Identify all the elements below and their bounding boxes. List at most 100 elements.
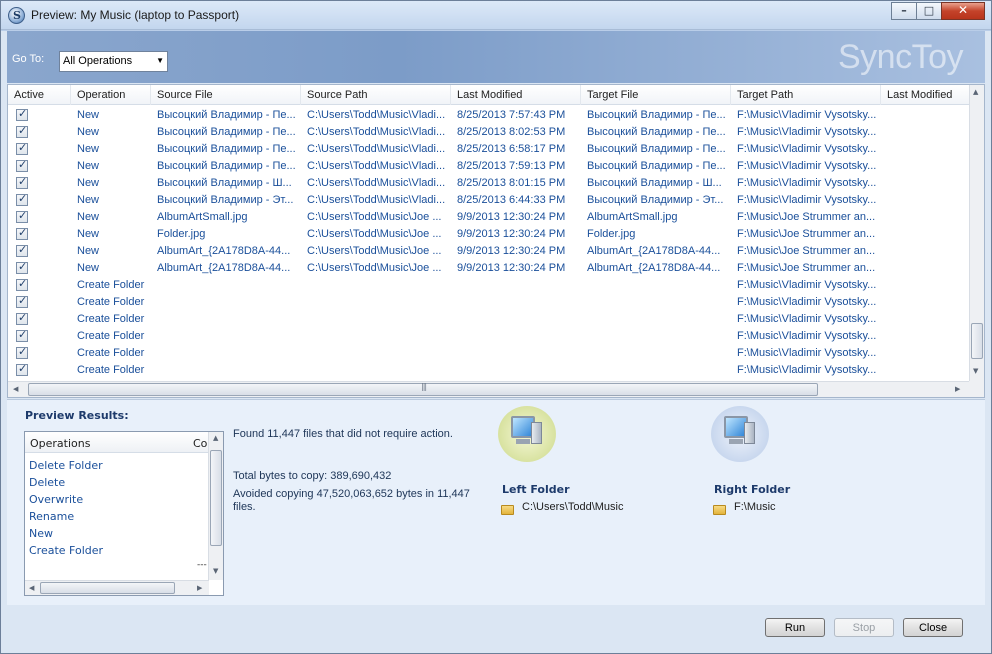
cell-last-modified: 9/9/2013 12:30:24 PM xyxy=(457,211,566,223)
table-row[interactable]: Create Folder F:\Music\Vladimir Vysotsky.… xyxy=(8,294,970,311)
operation-filter-item[interactable]: New xyxy=(29,526,103,543)
cell-operation: Create Folder xyxy=(77,330,145,342)
table-row[interactable]: Create Folder F:\Music\Vladimir Vysotsky.… xyxy=(8,311,970,328)
operation-filter-item[interactable]: Overwrite xyxy=(29,492,103,509)
table-row[interactable]: New Высоцкий Владимир - Пе... C:\Users\Tod… xyxy=(8,141,970,158)
operations-column-header[interactable]: Operations xyxy=(30,437,90,450)
maximize-button[interactable]: □ xyxy=(916,2,942,20)
cell-last-modified: 9/9/2013 12:30:24 PM xyxy=(457,262,566,274)
active-checkbox[interactable] xyxy=(16,362,28,376)
cell-source-path: C:\Users\Todd\Music\Vladi... xyxy=(307,160,446,172)
title-bar[interactable]: S Preview: My Music (laptop to Passport)… xyxy=(1,1,991,30)
table-row[interactable]: Create Folder F:\Music\Vladimir Vysotsky.… xyxy=(8,345,970,362)
grid-horizontal-scroll-thumb[interactable]: ||| xyxy=(28,382,818,396)
close-window-button[interactable]: ✕ xyxy=(941,2,985,20)
cell-source-file: Folder.jpg xyxy=(157,228,206,240)
column-header-source-file[interactable]: Source File xyxy=(151,85,301,105)
active-checkbox[interactable] xyxy=(16,107,28,121)
stop-button[interactable]: Stop xyxy=(834,618,894,637)
count-column-header[interactable]: Co xyxy=(193,437,207,450)
cell-target-file: AlbumArt_{2A178D8A-44... xyxy=(587,245,721,257)
table-row[interactable]: Create Folder F:\Music\Vladimir Vysotsky.… xyxy=(8,328,970,345)
table-row[interactable]: New Folder.jpg C:\Users\Todd\Music\Joe ...… xyxy=(8,226,970,243)
run-button[interactable]: Run xyxy=(765,618,825,637)
table-row[interactable]: New Высоцкий Владимир - Ш... C:\Users\Todd… xyxy=(8,175,970,192)
goto-dropdown[interactable]: All Operations ▼ xyxy=(59,51,168,72)
close-button[interactable]: Close xyxy=(903,618,963,637)
grid-body: New Высоцкий Владимир - Пе... C:\Users\Tod… xyxy=(8,107,970,379)
grip-icon: ||| xyxy=(421,382,427,391)
scroll-up-icon[interactable]: ▲ xyxy=(213,434,218,442)
cell-operation: Create Folder xyxy=(77,313,145,325)
operations-vertical-scrollbar[interactable]: ▲ ▼ xyxy=(208,432,223,580)
window-controls: – □ ✕ xyxy=(891,2,985,21)
scroll-right-icon[interactable]: ▶ xyxy=(197,584,202,592)
scroll-down-icon[interactable]: ▼ xyxy=(973,367,978,375)
column-header-target-file[interactable]: Target File xyxy=(581,85,731,105)
table-row[interactable]: New Высоцкий Владимир - Пе... C:\Users\Tod… xyxy=(8,124,970,141)
cell-operation: New xyxy=(77,211,100,223)
active-checkbox[interactable] xyxy=(16,209,28,223)
cell-operation: New xyxy=(77,194,100,206)
cell-source-file: AlbumArt_{2A178D8A-44... xyxy=(157,262,291,274)
scroll-up-icon[interactable]: ▲ xyxy=(973,88,978,96)
table-row[interactable]: New AlbumArtSmall.jpg C:\Users\Todd\Music\… xyxy=(8,209,970,226)
active-checkbox[interactable] xyxy=(16,124,28,138)
active-checkbox[interactable] xyxy=(16,345,28,359)
right-folder-path: F:\Music xyxy=(734,501,776,513)
operation-filter-item[interactable]: Create Folder xyxy=(29,543,103,560)
grid-vertical-scroll-thumb[interactable] xyxy=(971,323,983,359)
cell-source-file: Высоцкий Владимир - Пе... xyxy=(157,160,296,172)
table-row[interactable]: New Высоцкий Владимир - Пе... C:\Users\Tod… xyxy=(8,107,970,124)
cell-operation: New xyxy=(77,262,100,274)
column-header-operation[interactable]: Operation xyxy=(71,85,151,105)
active-checkbox[interactable] xyxy=(16,260,28,274)
minimize-button[interactable]: – xyxy=(891,2,917,20)
table-row[interactable]: New Высоцкий Владимир - Пе... C:\Users\Tod… xyxy=(8,158,970,175)
table-row[interactable]: New AlbumArt_{2A178D8A-44... C:\Users\Todd… xyxy=(8,243,970,260)
scroll-down-icon[interactable]: ▼ xyxy=(213,567,218,575)
active-checkbox[interactable] xyxy=(16,192,28,206)
active-checkbox[interactable] xyxy=(16,158,28,172)
column-header-last-modified[interactable]: Last Modified xyxy=(451,85,581,105)
cell-last-modified: 8/25/2013 8:02:53 PM xyxy=(457,126,566,138)
active-checkbox[interactable] xyxy=(16,243,28,257)
operation-filter-item[interactable]: Delete xyxy=(29,475,103,492)
grid-vertical-scrollbar[interactable]: ▲ ▼ xyxy=(969,85,984,381)
active-checkbox[interactable] xyxy=(16,277,28,291)
cell-last-modified: 8/25/2013 6:58:17 PM xyxy=(457,143,566,155)
cell-target-path: F:\Music\Joe Strummer an... xyxy=(737,262,876,274)
table-row[interactable]: New Высоцкий Владимир - Эт... C:\Users\Tod… xyxy=(8,192,970,209)
scroll-right-icon[interactable]: ▶ xyxy=(955,385,960,393)
operation-filter-item[interactable]: Rename xyxy=(29,509,103,526)
cell-target-path: F:\Music\Vladimir Vysotsky... xyxy=(737,313,877,325)
cell-operation: New xyxy=(77,109,100,121)
operations-vertical-scroll-thumb[interactable] xyxy=(210,450,222,546)
cell-source-path: C:\Users\Todd\Music\Joe ... xyxy=(307,228,442,240)
scroll-left-icon[interactable]: ◀ xyxy=(29,584,34,592)
table-row[interactable]: Create Folder F:\Music\Vladimir Vysotsky.… xyxy=(8,277,970,294)
column-header-active[interactable]: Active xyxy=(8,85,71,105)
grid-horizontal-scrollbar[interactable]: ◀ ||| ▶ xyxy=(8,381,970,397)
cell-target-path: F:\Music\Vladimir Vysotsky... xyxy=(737,279,877,291)
operations-horizontal-scrollbar[interactable]: ◀ ▶ xyxy=(25,580,209,595)
scroll-left-icon[interactable]: ◀ xyxy=(13,385,18,393)
cell-source-path: C:\Users\Todd\Music\Vladi... xyxy=(307,126,446,138)
active-checkbox[interactable] xyxy=(16,226,28,240)
operation-filter-item[interactable]: Delete Folder xyxy=(29,458,103,475)
table-row[interactable]: New AlbumArt_{2A178D8A-44... C:\Users\Todd… xyxy=(8,260,970,277)
column-header-target-path[interactable]: Target Path xyxy=(731,85,881,105)
cell-target-path: F:\Music\Vladimir Vysotsky... xyxy=(737,126,877,138)
active-checkbox[interactable] xyxy=(16,294,28,308)
goto-label: Go To: xyxy=(12,53,45,65)
active-checkbox[interactable] xyxy=(16,175,28,189)
right-folder-title: Right Folder xyxy=(714,483,791,496)
column-header-source-path[interactable]: Source Path xyxy=(301,85,451,105)
column-header-target-last-modified[interactable]: Last Modified xyxy=(881,85,970,105)
active-checkbox[interactable] xyxy=(16,311,28,325)
operations-horizontal-scroll-thumb[interactable] xyxy=(40,582,175,594)
active-checkbox[interactable] xyxy=(16,328,28,342)
table-row[interactable]: Create Folder F:\Music\Vladimir Vysotsky.… xyxy=(8,362,970,379)
preview-results-panel: Preview Results: Operations Co Delete Fo… xyxy=(7,399,985,605)
active-checkbox[interactable] xyxy=(16,141,28,155)
